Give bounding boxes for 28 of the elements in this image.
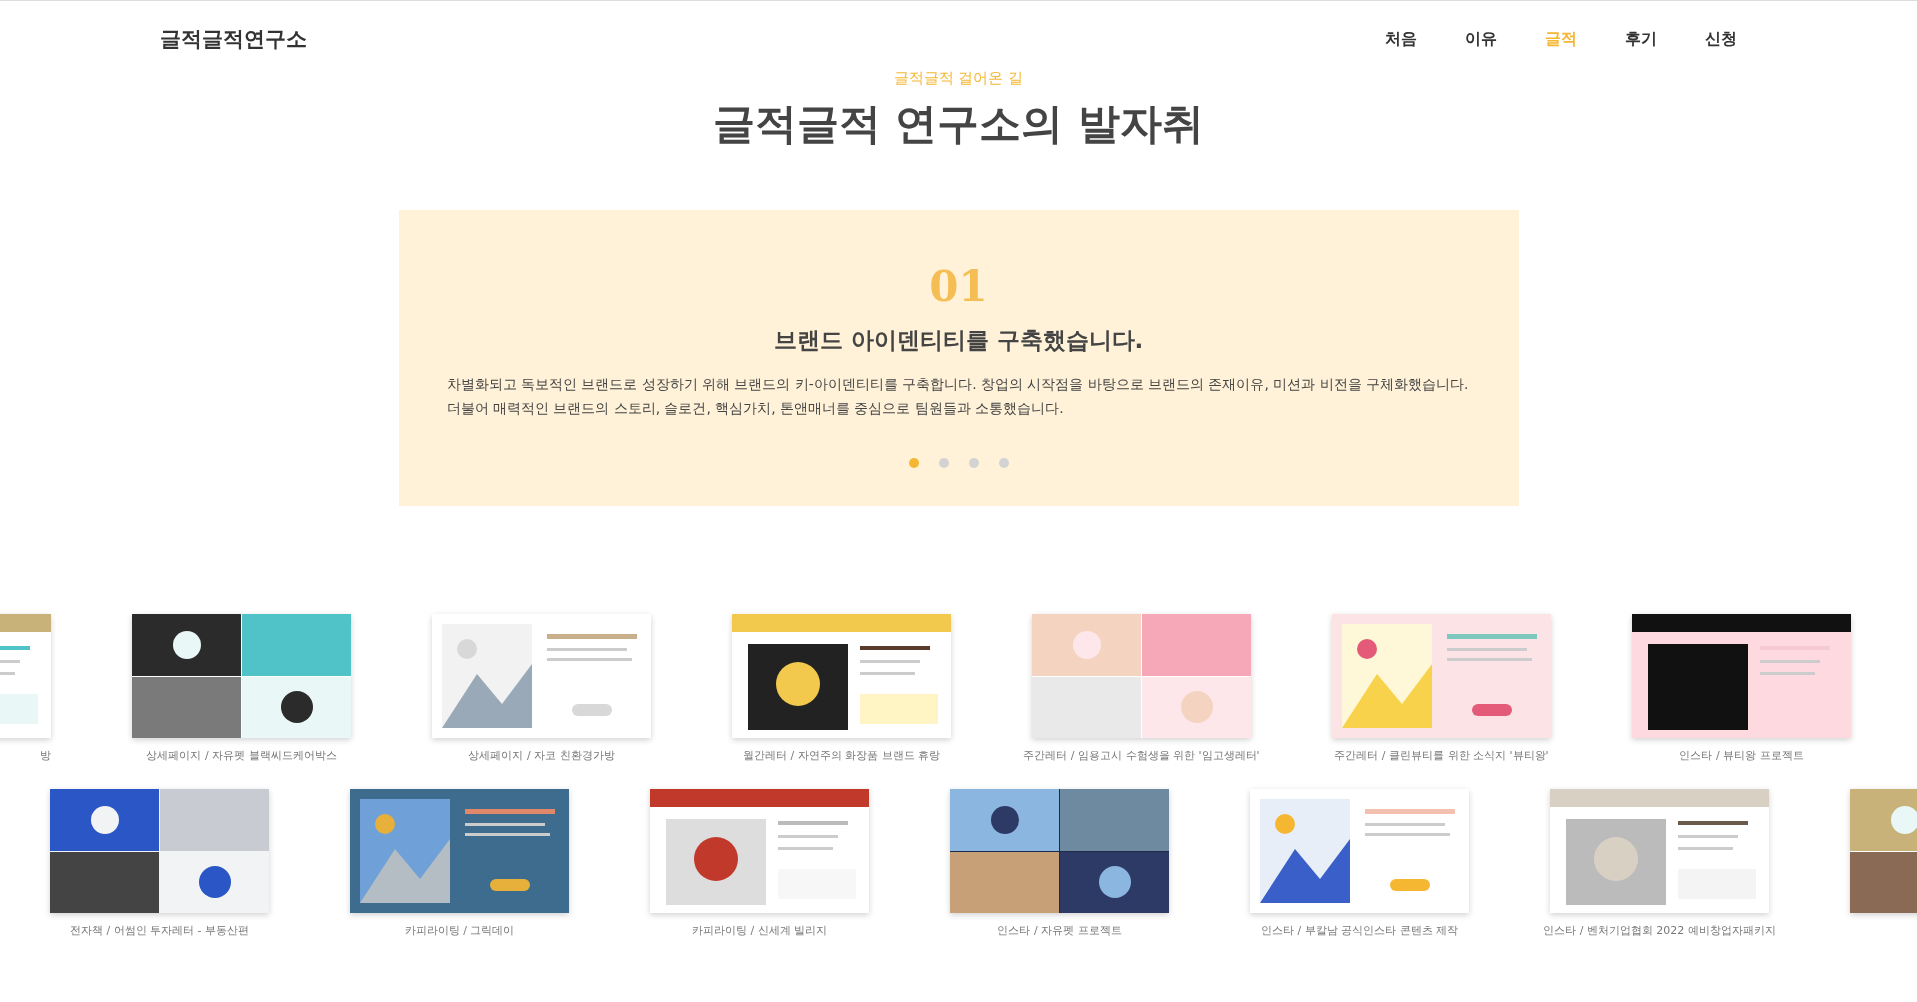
thumbnail-caption: 인스타 / 자유펫 프로젝트 [997, 923, 1122, 938]
nav-link[interactable]: 신청 [1705, 28, 1737, 50]
thumbnail-caption: 주간레터 / 임용고시 수험생을 위한 '임고생레터' [1023, 748, 1260, 763]
thumbnail-caption: 인스타 / 부칼남 공식인스타 콘텐츠 제작 [1260, 923, 1459, 938]
pager-dot[interactable] [968, 458, 979, 468]
nav-link[interactable]: 처음 [1385, 28, 1417, 50]
pager-dot[interactable] [908, 458, 919, 468]
pager-dot[interactable] [938, 458, 949, 468]
section-eyebrow: 글적글적 걸어온 길 [893, 69, 1024, 88]
slide-number: 01 [929, 262, 988, 311]
nav-link[interactable]: 후기 [1625, 28, 1657, 50]
slide-text: 차별화되고 독보적인 브랜드로 성장하기 위해 브랜드의 키-아이덴티티를 구축합니다. 창업의 시작점을 바탕으로 브랜드의 존재이유, 미션과 비전을 구체화했습니다. [446, 375, 1469, 394]
slide-text: 더불어 매력적인 브랜드의 스토리, 슬로건, 핵심가치, 톤앤매너를 중심으로 팀원들과 소통했습니다. [446, 399, 1064, 418]
site-logo[interactable]: 글적글적연구소 [160, 25, 307, 53]
thumbnail-caption: 상세페이지 / 자유펫 블랙씨드케어박스 [146, 748, 337, 763]
pager-dot[interactable] [998, 458, 1009, 468]
thumbnail-caption: 월간레터 / 자연주의 화장품 브랜드 휴랑 [742, 748, 941, 763]
nav-link[interactable]: 이유 [1465, 28, 1497, 50]
thumbnail-caption: 인스타 / 뷰티왕 프로젝트 [1679, 748, 1804, 763]
thumbnail-caption: 전자책 / 어썸인 투자레터 - 부동산편 [69, 923, 250, 938]
thumbnail-caption: 인스타 / 벤처기업협회 2022 예비창업자패키지 [1543, 923, 1776, 938]
thumbnail-caption: 상세페이지 / 자코 친환경가방 [468, 748, 615, 763]
thumbnail-caption: 카피라이팅 / 신세계 빌리지 [691, 923, 828, 938]
slide-heading: 브랜드 아이덴티티를 구축했습니다. [773, 326, 1144, 355]
thumbnail-caption: 카피라이팅 / 그릭데이 [404, 923, 515, 938]
thumbnail-caption: 주간레터 / 클린뷰티를 위한 소식지 '뷰티왕' [1334, 748, 1549, 763]
thumbnail-caption: 방 [40, 748, 51, 763]
section-title: 글적글적 연구소의 발자취 [712, 98, 1205, 150]
